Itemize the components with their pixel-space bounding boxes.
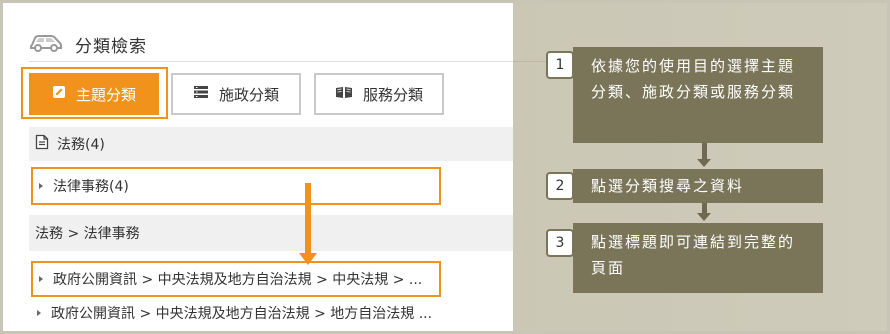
step-text: 點選標題即可連結到完整的頁面 [591,233,796,277]
result-item-label: 政府公開資訊 > 中央法規及地方自治法規 > 中央法規 > ... [53,272,423,288]
step-text: 依據您的使用目的選擇主題分類、施政分類或服務分類 [591,57,796,101]
list-icon [193,85,209,103]
car-icon [29,31,63,57]
down-arrow-head [299,253,317,265]
step-3: 點選標題即可連結到完整的頁面 [573,223,823,293]
book-icon [335,85,353,103]
tab-administration[interactable]: 施政分類 [171,73,301,115]
step-text: 點選分類搜尋之資料 [591,177,745,195]
edit-icon [52,85,66,103]
step-number: 3 [546,229,574,257]
bullet-icon [39,183,43,189]
down-arrow-icon [305,183,311,255]
header: 分類檢索 [29,29,147,59]
tab-subject[interactable]: 主題分類 [29,73,159,115]
result-item[interactable]: 政府公開資訊 > 中央法規及地方自治法規 > 中央法規 > ... [31,261,441,297]
breadcrumb: 法務 > 法律事務 [29,215,513,251]
bullet-icon [39,276,43,282]
result-item-label: 政府公開資訊 > 中央法規及地方自治法規 > 地方自治法規 ... [51,306,433,322]
category-section[interactable]: 法務(4) [29,127,513,161]
page-title: 分類檢索 [75,36,147,57]
tutorial-frame: 分類檢索 主題分類 施政分類 服務分類 法務(4) 法律事務(4) 法務 > 法… [0,0,890,334]
step-connector [702,143,707,159]
step-1: 依據您的使用目的選擇主題分類、施政分類或服務分類 [573,47,823,143]
category-item-label: 法律事務(4) [53,179,129,195]
result-item[interactable]: 政府公開資訊 > 中央法規及地方自治法規 > 地方自治法規 ... [31,299,501,327]
category-item-legal-affairs[interactable]: 法律事務(4) [31,167,441,205]
tab-label: 服務分類 [362,85,423,104]
breadcrumb-text: 法務 > 法律事務 [35,226,140,242]
category-section-label: 法務(4) [57,137,105,153]
header-divider-extension [513,61,548,62]
step-connector-arrow [697,159,711,167]
step-number: 1 [546,51,574,79]
step-number: 2 [546,172,574,200]
tab-service[interactable]: 服務分類 [314,73,444,115]
bullet-icon [37,310,41,316]
tab-label: 施政分類 [218,85,279,104]
step-2: 點選分類搜尋之資料 [573,169,823,203]
header-divider [29,61,513,62]
step-connector-arrow [697,213,711,221]
tab-label: 主題分類 [75,85,136,104]
document-icon [35,134,49,154]
